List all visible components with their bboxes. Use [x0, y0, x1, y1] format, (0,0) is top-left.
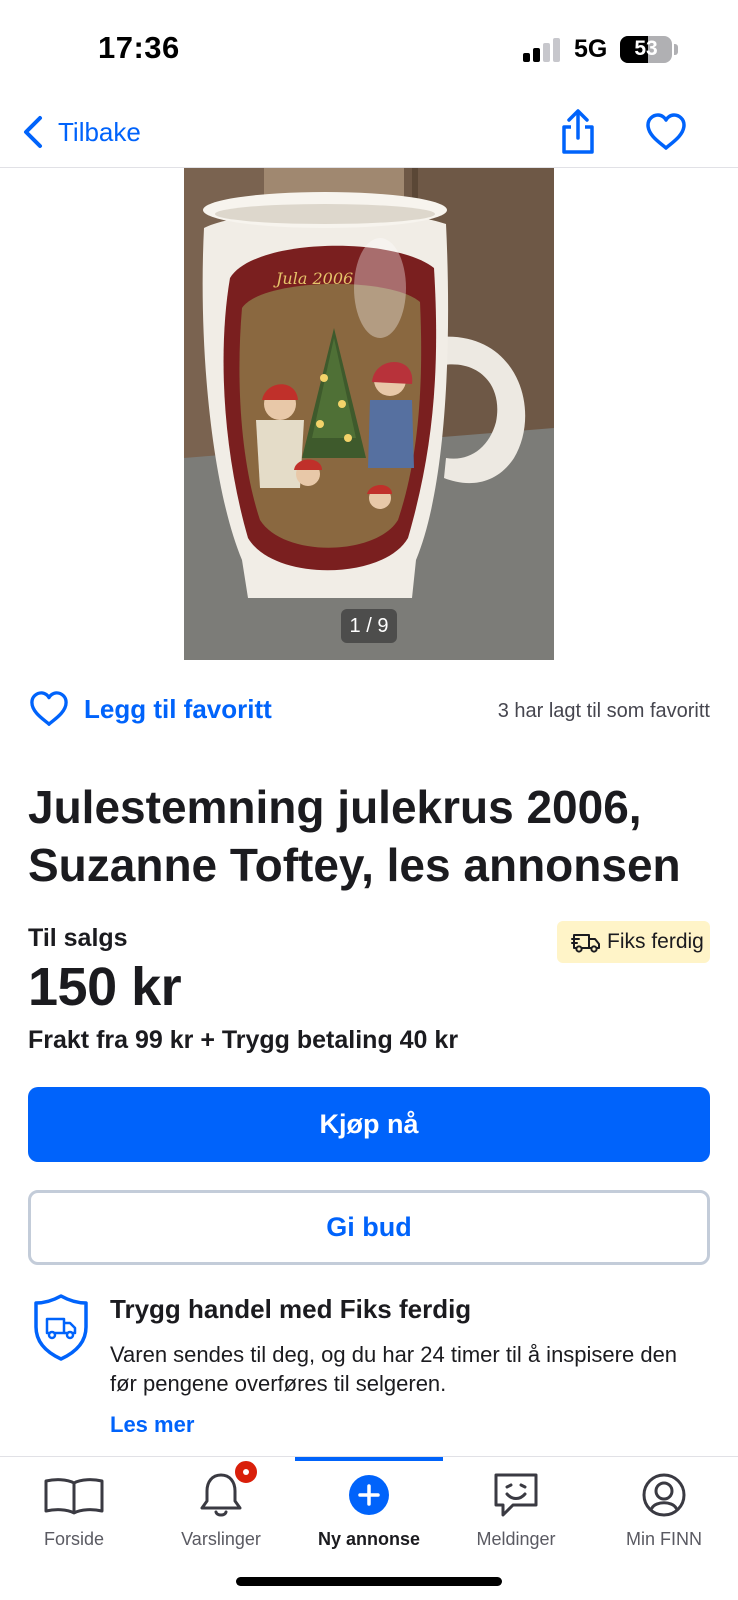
- mug-photo: Jula 2006: [184, 168, 554, 660]
- truck-icon: [571, 934, 600, 953]
- back-button[interactable]: Tilbake: [20, 110, 141, 154]
- read-more-link[interactable]: Les mer: [110, 1412, 194, 1438]
- tab-label: Forside: [43, 1529, 105, 1549]
- tab-label: Meldinger: [476, 1529, 556, 1549]
- badge-label: Fiks ferdig: [607, 930, 704, 953]
- price: 150 kr: [28, 957, 182, 1017]
- sale-label: Til salgs: [28, 924, 128, 952]
- home-indicator: [236, 1577, 502, 1586]
- tab-varslinger[interactable]: Varslinger: [147, 1457, 295, 1557]
- share-button[interactable]: [558, 108, 598, 156]
- tab-label: Varslinger: [181, 1529, 261, 1549]
- tab-meldinger[interactable]: Meldinger: [442, 1457, 590, 1557]
- add-favorite-label: Legg til favoritt: [84, 693, 272, 724]
- book-icon: [44, 1478, 104, 1515]
- chat-icon: [494, 1473, 538, 1517]
- favorite-button[interactable]: [644, 112, 688, 152]
- favorite-row: Legg til favoritt 3 har lagt til som fav…: [28, 690, 710, 734]
- mug-inscription: Jula 2006: [273, 269, 353, 288]
- listing-title: Julestemning julekrus 2006, Suzanne Toft…: [28, 781, 681, 891]
- notification-badge: [232, 1458, 260, 1486]
- shield-truck-icon: [34, 1294, 88, 1361]
- status-bar: 17:36 5G 53: [0, 0, 738, 100]
- safe-trade-title: Trygg handel med Fiks ferdig: [110, 1294, 472, 1324]
- battery-tip: [674, 44, 678, 55]
- tab-forside[interactable]: Forside: [0, 1457, 148, 1557]
- back-label: Tilbake: [58, 116, 141, 147]
- add-favorite-link[interactable]: Legg til favoritt: [28, 690, 272, 728]
- plus-circle-icon: [349, 1475, 389, 1515]
- buy-now-button[interactable]: Kjøp nå: [28, 1087, 710, 1162]
- fiks-ferdig-badge: Fiks ferdig: [557, 921, 710, 963]
- active-tab-indicator: [295, 1457, 443, 1461]
- listing-image[interactable]: Jula 2006: [184, 168, 554, 660]
- share-icon: [562, 109, 594, 154]
- heart-icon: [646, 113, 686, 150]
- safe-trade-text: Varen sendes til deg, og du har 24 timer…: [110, 1342, 678, 1396]
- battery-icon: 53: [620, 36, 672, 63]
- chevron-left-icon: [24, 116, 42, 148]
- signal-strength-icon: [523, 38, 561, 62]
- shipping-info: Frakt fra 99 kr + Trygg betaling 40 kr: [28, 1026, 459, 1054]
- network-type: 5G: [574, 35, 608, 63]
- battery-percent: 53: [634, 37, 658, 60]
- favorite-count: 3 har lagt til som favoritt: [497, 700, 710, 722]
- nav-bar: Tilbake: [0, 100, 738, 168]
- status-time: 17:36: [98, 30, 180, 65]
- tab-label: Ny annonse: [317, 1529, 421, 1549]
- tab-ny-annonse[interactable]: Ny annonse: [295, 1457, 443, 1557]
- make-bid-button[interactable]: Gi bud: [28, 1190, 710, 1265]
- profile-icon: [642, 1473, 686, 1517]
- image-counter: 1 / 9: [341, 609, 397, 643]
- tab-min-finn[interactable]: Min FINN: [590, 1457, 738, 1557]
- tab-label: Min FINN: [626, 1529, 702, 1549]
- heart-icon: [30, 691, 68, 726]
